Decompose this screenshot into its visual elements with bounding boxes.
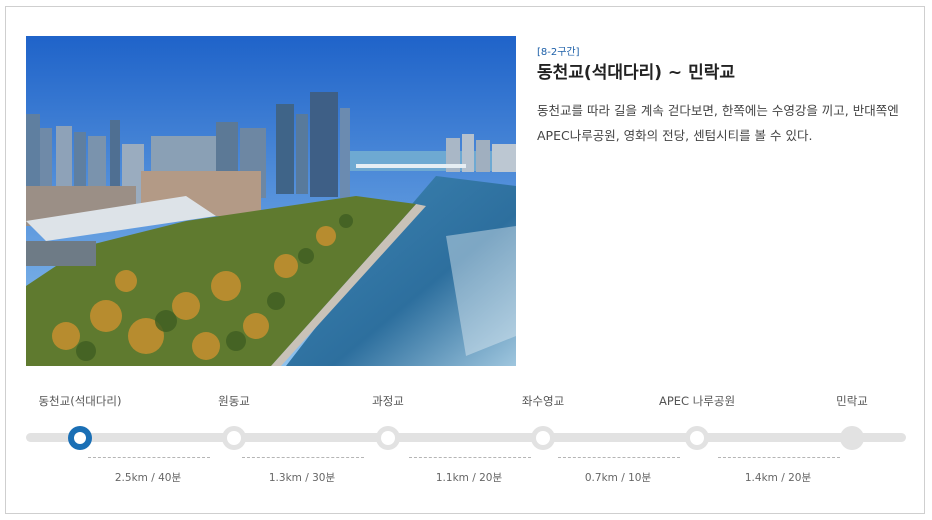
- aerial-photo-illustration: [26, 36, 516, 366]
- route-track: [26, 433, 906, 442]
- route-stop-label: 원동교: [218, 394, 250, 408]
- route-stop-label: 좌수영교: [521, 394, 565, 408]
- stop-marker: [685, 426, 709, 450]
- segment-divider: [242, 457, 364, 458]
- stop-marker: [531, 426, 555, 450]
- route-stop-gwajeong[interactable]: 과정교: [328, 392, 448, 450]
- route-stop-label: APEC 나루공원: [658, 394, 736, 408]
- route-stop-millak[interactable]: 민락교: [792, 392, 912, 450]
- route-stop-label: 민락교: [836, 394, 868, 408]
- route-timeline: 동천교(석대다리) 원동교 과정교 좌수영교 APEC 나루공원 민락교 2.5…: [26, 392, 906, 492]
- segment-distance-time: 1.4km / 20분: [744, 472, 812, 484]
- segment-distance-time: 2.5km / 40분: [114, 472, 182, 484]
- segment-distance-time: 0.7km / 10분: [584, 472, 652, 484]
- route-stop-label: 과정교: [372, 394, 404, 408]
- end-stop-marker: [840, 426, 864, 450]
- route-stop-label: 동천교(석대다리): [38, 394, 122, 408]
- section-badge: [8-2구간]: [537, 47, 580, 58]
- route-stop-apec-naru-park[interactable]: APEC 나루공원: [637, 392, 757, 450]
- route-stop-jwasuyeong[interactable]: 좌수영교: [483, 392, 603, 450]
- segment-distance-time: 1.1km / 20분: [435, 472, 503, 484]
- section-description: 동천교를 따라 길을 계속 걷다보면, 한쪽에는 수영강을 끼고, 반대쪽엔 A…: [537, 103, 899, 143]
- stop-marker: [222, 426, 246, 450]
- route-stop-wondong[interactable]: 원동교: [174, 392, 294, 450]
- current-stop-marker: [68, 426, 92, 450]
- segment-divider: [409, 457, 531, 458]
- segment-divider: [718, 457, 840, 458]
- segment-divider: [558, 457, 680, 458]
- segment-divider: [88, 457, 210, 458]
- stop-marker: [376, 426, 400, 450]
- river-city-photo: [26, 36, 516, 366]
- segment-distance-time: 1.3km / 30분: [268, 472, 336, 484]
- section-title: 동천교(석대다리) ~ 민락교: [537, 63, 736, 83]
- route-stop-dongcheon[interactable]: 동천교(석대다리): [20, 392, 140, 450]
